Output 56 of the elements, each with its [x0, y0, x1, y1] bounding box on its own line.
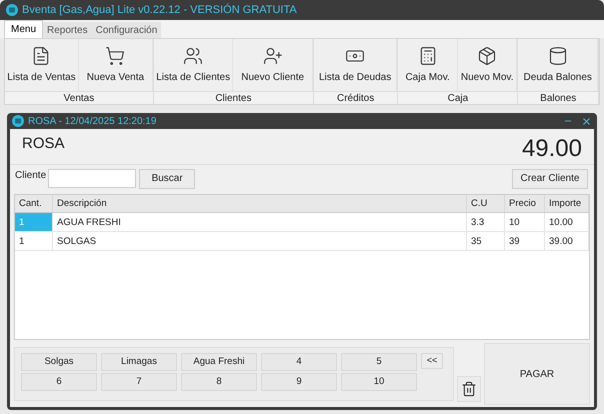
product-button[interactable]: 4	[261, 353, 337, 371]
column-header[interactable]: Descripción	[53, 195, 467, 212]
product-button[interactable]: 8	[181, 373, 257, 391]
product-button[interactable]: Agua Freshi	[181, 353, 257, 371]
tab[interactable]: Reportes	[43, 22, 92, 38]
group-label: Clientes	[154, 91, 313, 104]
product-button[interactable]: 5	[341, 353, 417, 371]
box-icon	[477, 46, 498, 66]
tab[interactable]: Configuración	[92, 22, 162, 38]
table-cell: 3.3	[467, 213, 505, 231]
table-cell: 10	[505, 213, 545, 231]
column-header[interactable]: Precio	[505, 195, 545, 212]
users-icon	[183, 46, 204, 66]
ribbon-button[interactable]: Lista de Ventas	[5, 39, 79, 91]
cylinder-icon	[548, 46, 568, 66]
table-row[interactable]: 1 AGUA FRESHI 3.3 10 10.00	[15, 213, 589, 232]
group-label: Caja	[398, 91, 518, 104]
column-header[interactable]: Cant.	[15, 195, 53, 212]
column-header[interactable]: C.U	[467, 195, 505, 212]
group-label: Créditos	[314, 91, 398, 104]
product-button[interactable]: 9	[261, 373, 337, 391]
product-button[interactable]: 10	[341, 373, 417, 391]
table-row[interactable]: 1 SOLGAS 35 39 39.00	[15, 232, 589, 251]
product-button[interactable]: 7	[101, 373, 177, 391]
cart-icon	[105, 46, 126, 66]
pay-button[interactable]: PAGAR	[484, 343, 590, 405]
product-button[interactable]: 6	[21, 373, 97, 391]
column-header[interactable]: Importe	[545, 195, 589, 212]
client-field[interactable]	[48, 169, 136, 188]
table-cell: 35	[467, 232, 505, 250]
close-icon[interactable]	[581, 116, 592, 126]
table-cell: 39	[505, 232, 545, 250]
tab[interactable]: Menu	[4, 20, 44, 38]
client-label: Cliente	[15, 169, 46, 183]
product-button[interactable]: Solgas	[21, 353, 97, 371]
window-title: Bventa [Gas,Agua] Lite v0.22.12 - VERSIÓN GRATUITA	[22, 2, 297, 18]
table-cell: 1	[15, 232, 53, 250]
total-amount: 49.00	[522, 135, 582, 164]
create-client-button[interactable]: Crear Cliente	[512, 168, 588, 188]
table-cell: SOLGAS	[53, 232, 467, 250]
app-logo-icon	[6, 4, 18, 16]
table-cell: 39.00	[545, 232, 589, 250]
group-label: Ventas	[5, 91, 153, 104]
product-button[interactable]: Limagas	[101, 353, 177, 371]
app-logo-icon	[12, 115, 24, 127]
group-label: Balones	[518, 91, 598, 104]
user-add-icon	[262, 46, 283, 66]
trash-icon	[461, 381, 477, 397]
table-cell: 1	[15, 213, 53, 231]
sale-window-title: ROSA - 12/04/2025 12:20:19	[28, 114, 158, 128]
table-cell: 10.00	[545, 213, 589, 231]
customer-name: ROSA	[22, 134, 65, 154]
search-button[interactable]: Buscar	[139, 168, 196, 188]
table-cell: AGUA FRESHI	[53, 213, 467, 231]
delete-button[interactable]	[457, 376, 481, 402]
back-button[interactable]: <<	[421, 353, 443, 369]
